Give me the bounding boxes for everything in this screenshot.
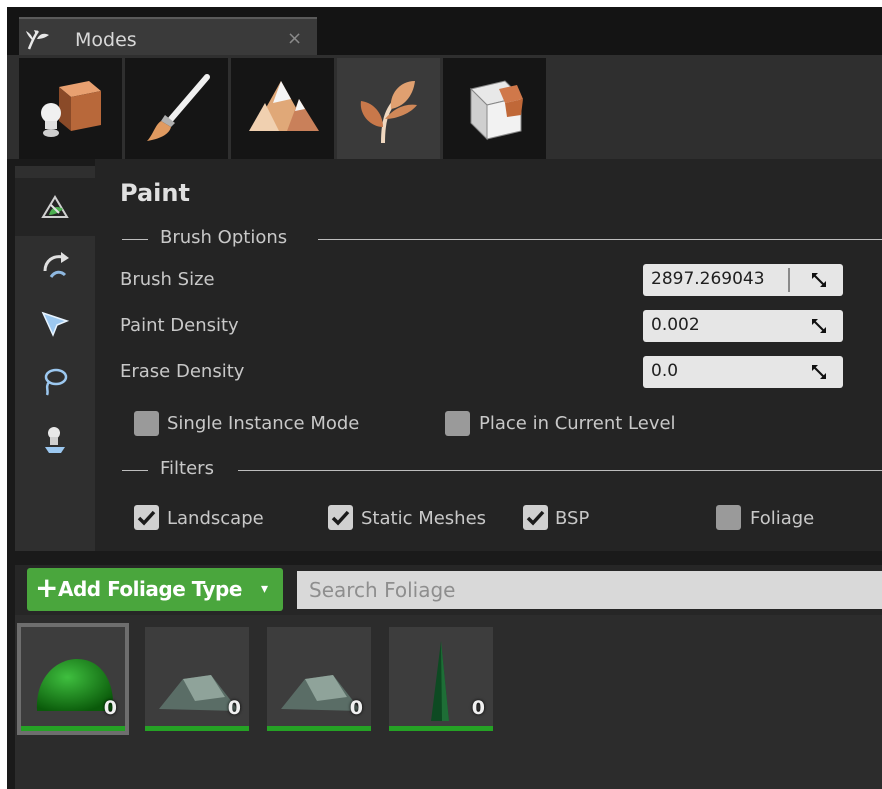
fill-tool-icon	[45, 427, 65, 453]
paint-panel: Paint Brush Options Brush Size 2897.2690…	[95, 159, 882, 551]
erase-density-value: 0.0	[651, 361, 679, 381]
landscape-checkbox[interactable]	[134, 505, 159, 530]
paint-brush-icon	[146, 73, 210, 141]
fill-tool-button[interactable]	[15, 410, 95, 468]
mode-toolbar	[7, 55, 882, 159]
lasso-tool-icon	[44, 368, 68, 396]
instance-count: 0	[103, 697, 117, 719]
select-tool-icon	[41, 311, 70, 337]
paint-tool-icon	[41, 195, 69, 218]
foliage-label: Foliage	[750, 508, 815, 529]
reapply-tool-icon	[43, 252, 69, 278]
instance-count: 0	[471, 697, 485, 719]
select-tool-button[interactable]	[15, 294, 95, 352]
instance-count: 0	[227, 697, 241, 719]
checkmark-icon	[526, 510, 545, 526]
slider-handle[interactable]	[788, 268, 790, 292]
paint-mode-button[interactable]	[125, 58, 228, 159]
reapply-tool-button[interactable]	[15, 236, 95, 294]
brush-size-label: Brush Size	[120, 269, 215, 290]
geometry-mode-button[interactable]	[443, 58, 546, 159]
single-instance-checkbox[interactable]	[134, 411, 159, 436]
single-instance-label: Single Instance Mode	[167, 413, 360, 434]
divider	[318, 239, 882, 240]
expand-arrows-icon[interactable]	[811, 272, 827, 288]
erase-density-field[interactable]: 0.0	[643, 356, 843, 388]
tool-sidebar	[15, 166, 95, 551]
tile-active-bar	[145, 726, 249, 731]
tab-bar: Modes ×	[7, 7, 882, 61]
plus-icon: +	[35, 571, 59, 604]
tile-active-bar	[267, 726, 371, 731]
foliage-tile[interactable]: 0	[17, 623, 129, 735]
landscape-mode-button[interactable]	[231, 58, 334, 159]
paint-density-value: 0.002	[651, 315, 700, 335]
panel-title: Paint	[120, 179, 190, 207]
brush-size-value: 2897.269043	[651, 269, 765, 289]
bsp-checkbox[interactable]	[523, 505, 548, 530]
place-current-level-label: Place in Current Level	[479, 413, 676, 434]
landscape-label: Landscape	[167, 508, 264, 529]
paint-density-field[interactable]: 0.002	[643, 310, 843, 342]
geometry-cube-icon	[469, 79, 523, 140]
lasso-tool-button[interactable]	[15, 352, 95, 410]
close-icon[interactable]: ×	[287, 28, 302, 49]
filters-header: Filters	[120, 458, 882, 480]
add-foliage-type-button[interactable]: + Add Foliage Type ▾	[27, 568, 283, 611]
checkmark-icon	[331, 510, 350, 526]
place-mode-button[interactable]	[19, 58, 122, 159]
foliage-mode-button[interactable]	[337, 58, 440, 159]
modes-tab-icon	[26, 30, 49, 50]
brush-options-title: Brush Options	[160, 227, 288, 248]
filters-title: Filters	[160, 458, 214, 479]
expand-arrows-icon[interactable]	[811, 318, 827, 334]
instance-count: 0	[349, 697, 363, 719]
static-meshes-label: Static Meshes	[361, 508, 487, 529]
foliage-tile[interactable]: 0	[267, 627, 371, 731]
tab-title: Modes	[75, 29, 137, 51]
chevron-down-icon: ▾	[261, 581, 269, 597]
landscape-icon	[248, 80, 319, 131]
foliage-type-grid: 0 0 0 0	[15, 615, 882, 789]
foliage-tile[interactable]: 0	[389, 627, 493, 731]
checkmark-icon	[137, 510, 156, 526]
search-foliage-input[interactable]	[297, 571, 882, 609]
divider	[238, 470, 882, 471]
add-foliage-type-label: Add Foliage Type	[58, 577, 242, 601]
expand-arrows-icon[interactable]	[811, 364, 827, 380]
tile-active-bar	[21, 726, 125, 731]
divider	[122, 239, 148, 240]
foliage-tile[interactable]: 0	[145, 627, 249, 731]
tile-active-bar	[389, 726, 493, 731]
foliage-checkbox[interactable]	[716, 505, 741, 530]
bsp-label: BSP	[555, 508, 590, 529]
foliage-toolbar: + Add Foliage Type ▾	[15, 565, 882, 615]
static-meshes-checkbox[interactable]	[328, 505, 353, 530]
place-current-level-checkbox[interactable]	[445, 411, 470, 436]
erase-density-label: Erase Density	[120, 361, 245, 382]
foliage-leaf-icon	[360, 80, 417, 143]
paint-density-label: Paint Density	[120, 315, 239, 336]
place-mode-icon	[40, 80, 101, 137]
paint-tool-button[interactable]	[15, 178, 95, 236]
brush-options-header: Brush Options	[120, 227, 882, 249]
divider	[122, 470, 148, 471]
brush-size-field[interactable]: 2897.269043	[643, 264, 843, 296]
